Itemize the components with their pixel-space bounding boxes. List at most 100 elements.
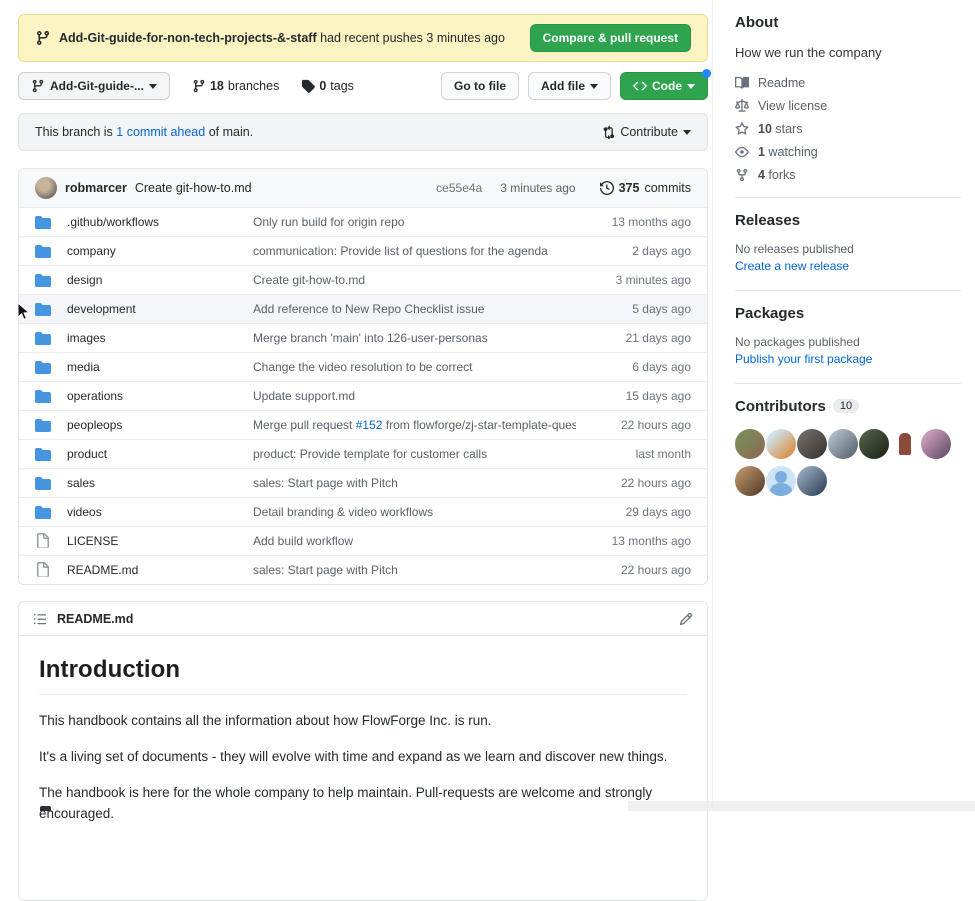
file-row[interactable]: peopleopsMerge pull request #152 from fl… bbox=[19, 410, 707, 439]
file-commit-date[interactable]: last month bbox=[576, 447, 691, 461]
contributor-avatar[interactable] bbox=[797, 429, 827, 459]
about-item-readme[interactable]: Readme bbox=[735, 76, 961, 90]
about-item-watching[interactable]: 1 watching bbox=[735, 145, 961, 159]
file-commit-message[interactable]: sales: Start page with Pitch bbox=[253, 563, 576, 577]
branches-stat[interactable]: 18branches bbox=[192, 79, 279, 93]
about-description: How we run the company bbox=[735, 45, 961, 60]
file-commit-date[interactable]: 5 days ago bbox=[576, 302, 691, 316]
list-unordered-icon bbox=[33, 612, 47, 626]
code-button[interactable]: Code bbox=[620, 72, 708, 100]
file-commit-message[interactable]: Merge pull request #152 from flowforge/z… bbox=[253, 418, 576, 432]
commit-message[interactable]: Create git-how-to.md bbox=[135, 181, 252, 195]
file-name[interactable]: product bbox=[67, 447, 253, 461]
main-column: Add-Git-guide-for-non-tech-projects-&-st… bbox=[18, 0, 708, 901]
file-name[interactable]: design bbox=[67, 273, 253, 287]
file-commit-date[interactable]: 13 months ago bbox=[576, 215, 691, 229]
file-row[interactable]: productproduct: Provide template for cus… bbox=[19, 439, 707, 468]
file-row[interactable]: LICENSEAdd build workflow13 months ago bbox=[19, 526, 707, 555]
compare-pull-request-button[interactable]: Compare & pull request bbox=[530, 24, 691, 52]
commit-author[interactable]: robmarcer bbox=[65, 181, 127, 195]
file-name[interactable]: company bbox=[67, 244, 253, 258]
go-to-file-button[interactable]: Go to file bbox=[441, 72, 519, 100]
publish-package-link[interactable]: Publish your first package bbox=[735, 352, 872, 366]
file-commit-date[interactable]: 3 minutes ago bbox=[576, 273, 691, 287]
file-commit-message[interactable]: Change the video resolution to be correc… bbox=[253, 360, 576, 374]
folder-icon bbox=[35, 330, 51, 346]
contributor-avatar[interactable] bbox=[766, 429, 796, 459]
file-name[interactable]: images bbox=[67, 331, 253, 345]
file-commit-date[interactable]: 22 hours ago bbox=[576, 476, 691, 490]
contributors-section: Contributors10 bbox=[735, 384, 961, 503]
contributor-avatar[interactable] bbox=[890, 429, 920, 459]
file-icon bbox=[35, 562, 51, 578]
commit-ahead-link[interactable]: 1 commit ahead bbox=[116, 125, 205, 139]
file-row[interactable]: mediaChange the video resolution to be c… bbox=[19, 352, 707, 381]
branch-selector-button[interactable]: Add-Git-guide-... bbox=[18, 72, 170, 100]
contributor-avatar[interactable] bbox=[735, 466, 765, 496]
pencil-icon[interactable] bbox=[679, 612, 693, 626]
law-icon bbox=[735, 99, 749, 113]
contributor-avatar[interactable] bbox=[828, 429, 858, 459]
about-item-forks[interactable]: 4 forks bbox=[735, 168, 961, 182]
create-release-link[interactable]: Create a new release bbox=[735, 259, 849, 273]
file-name[interactable]: .github/workflows bbox=[67, 215, 253, 229]
file-commit-message[interactable]: Only run build for origin repo bbox=[253, 215, 576, 229]
file-commit-date[interactable]: 22 hours ago bbox=[576, 418, 691, 432]
file-name[interactable]: peopleops bbox=[67, 418, 253, 432]
file-name[interactable]: videos bbox=[67, 505, 253, 519]
about-item-view-license[interactable]: View license bbox=[735, 99, 961, 113]
file-row[interactable]: imagesMerge branch 'main' into 126-user-… bbox=[19, 323, 707, 352]
chevron-down-icon bbox=[590, 84, 598, 93]
folder-icon bbox=[35, 475, 51, 491]
file-row[interactable]: videosDetail branding & video workflows2… bbox=[19, 497, 707, 526]
file-commit-date[interactable]: 21 days ago bbox=[576, 331, 691, 345]
file-commit-date[interactable]: 29 days ago bbox=[576, 505, 691, 519]
file-commit-date[interactable]: 2 days ago bbox=[576, 244, 691, 258]
file-row[interactable]: .github/workflowsOnly run build for orig… bbox=[19, 207, 707, 236]
tags-stat[interactable]: 0tags bbox=[301, 79, 354, 93]
about-section: About How we run the company ReadmeView … bbox=[735, 0, 961, 198]
readme-paragraph: This handbook contains all the informati… bbox=[39, 711, 687, 732]
contributor-avatar[interactable] bbox=[797, 466, 827, 496]
file-commit-message[interactable]: Add reference to New Repo Checklist issu… bbox=[253, 302, 576, 316]
file-name[interactable]: media bbox=[67, 360, 253, 374]
commit-sha[interactable]: ce55e4a bbox=[436, 181, 482, 195]
file-commit-message[interactable]: sales: Start page with Pitch bbox=[253, 476, 576, 490]
file-commit-date[interactable]: 13 months ago bbox=[576, 534, 691, 548]
file-name[interactable]: development bbox=[67, 302, 253, 316]
eye-icon bbox=[735, 145, 749, 159]
star-icon bbox=[735, 122, 749, 136]
file-name[interactable]: sales bbox=[67, 476, 253, 490]
pull-request-link[interactable]: #152 bbox=[356, 418, 383, 432]
contributor-avatar[interactable] bbox=[921, 429, 951, 459]
file-commit-message[interactable]: Create git-how-to.md bbox=[253, 273, 576, 287]
contributor-avatar[interactable] bbox=[859, 429, 889, 459]
about-item-stars[interactable]: 10 stars bbox=[735, 122, 961, 136]
contributors-count-badge: 10 bbox=[833, 399, 859, 413]
add-file-button[interactable]: Add file bbox=[528, 72, 611, 100]
contributor-avatar[interactable] bbox=[766, 466, 796, 496]
file-row[interactable]: designCreate git-how-to.md3 minutes ago bbox=[19, 265, 707, 294]
file-name[interactable]: operations bbox=[67, 389, 253, 403]
file-row[interactable]: companycommunication: Provide list of qu… bbox=[19, 236, 707, 265]
contributor-avatar[interactable] bbox=[735, 429, 765, 459]
file-name[interactable]: README.md bbox=[67, 563, 253, 577]
file-row[interactable]: README.mdsales: Start page with Pitch22 … bbox=[19, 555, 707, 584]
file-name[interactable]: LICENSE bbox=[67, 534, 253, 548]
file-commit-message[interactable]: Merge branch 'main' into 126-user-person… bbox=[253, 331, 576, 345]
file-row[interactable]: developmentAdd reference to New Repo Che… bbox=[19, 294, 707, 323]
file-commit-message[interactable]: Update support.md bbox=[253, 389, 576, 403]
file-commit-date[interactable]: 6 days ago bbox=[576, 360, 691, 374]
folder-icon bbox=[35, 272, 51, 288]
contribute-button[interactable]: Contribute bbox=[601, 125, 691, 139]
file-commit-date[interactable]: 15 days ago bbox=[576, 389, 691, 403]
file-row[interactable]: operationsUpdate support.md15 days ago bbox=[19, 381, 707, 410]
file-commit-message[interactable]: product: Provide template for customer c… bbox=[253, 447, 576, 461]
file-commit-message[interactable]: Add build workflow bbox=[253, 534, 576, 548]
file-commit-message[interactable]: Detail branding & video workflows bbox=[253, 505, 576, 519]
file-row[interactable]: salessales: Start page with Pitch22 hour… bbox=[19, 468, 707, 497]
file-commit-date[interactable]: 22 hours ago bbox=[576, 563, 691, 577]
file-commit-message[interactable]: communication: Provide list of questions… bbox=[253, 244, 576, 258]
avatar[interactable] bbox=[35, 177, 57, 199]
commits-count-link[interactable]: 375 commits bbox=[600, 181, 691, 195]
